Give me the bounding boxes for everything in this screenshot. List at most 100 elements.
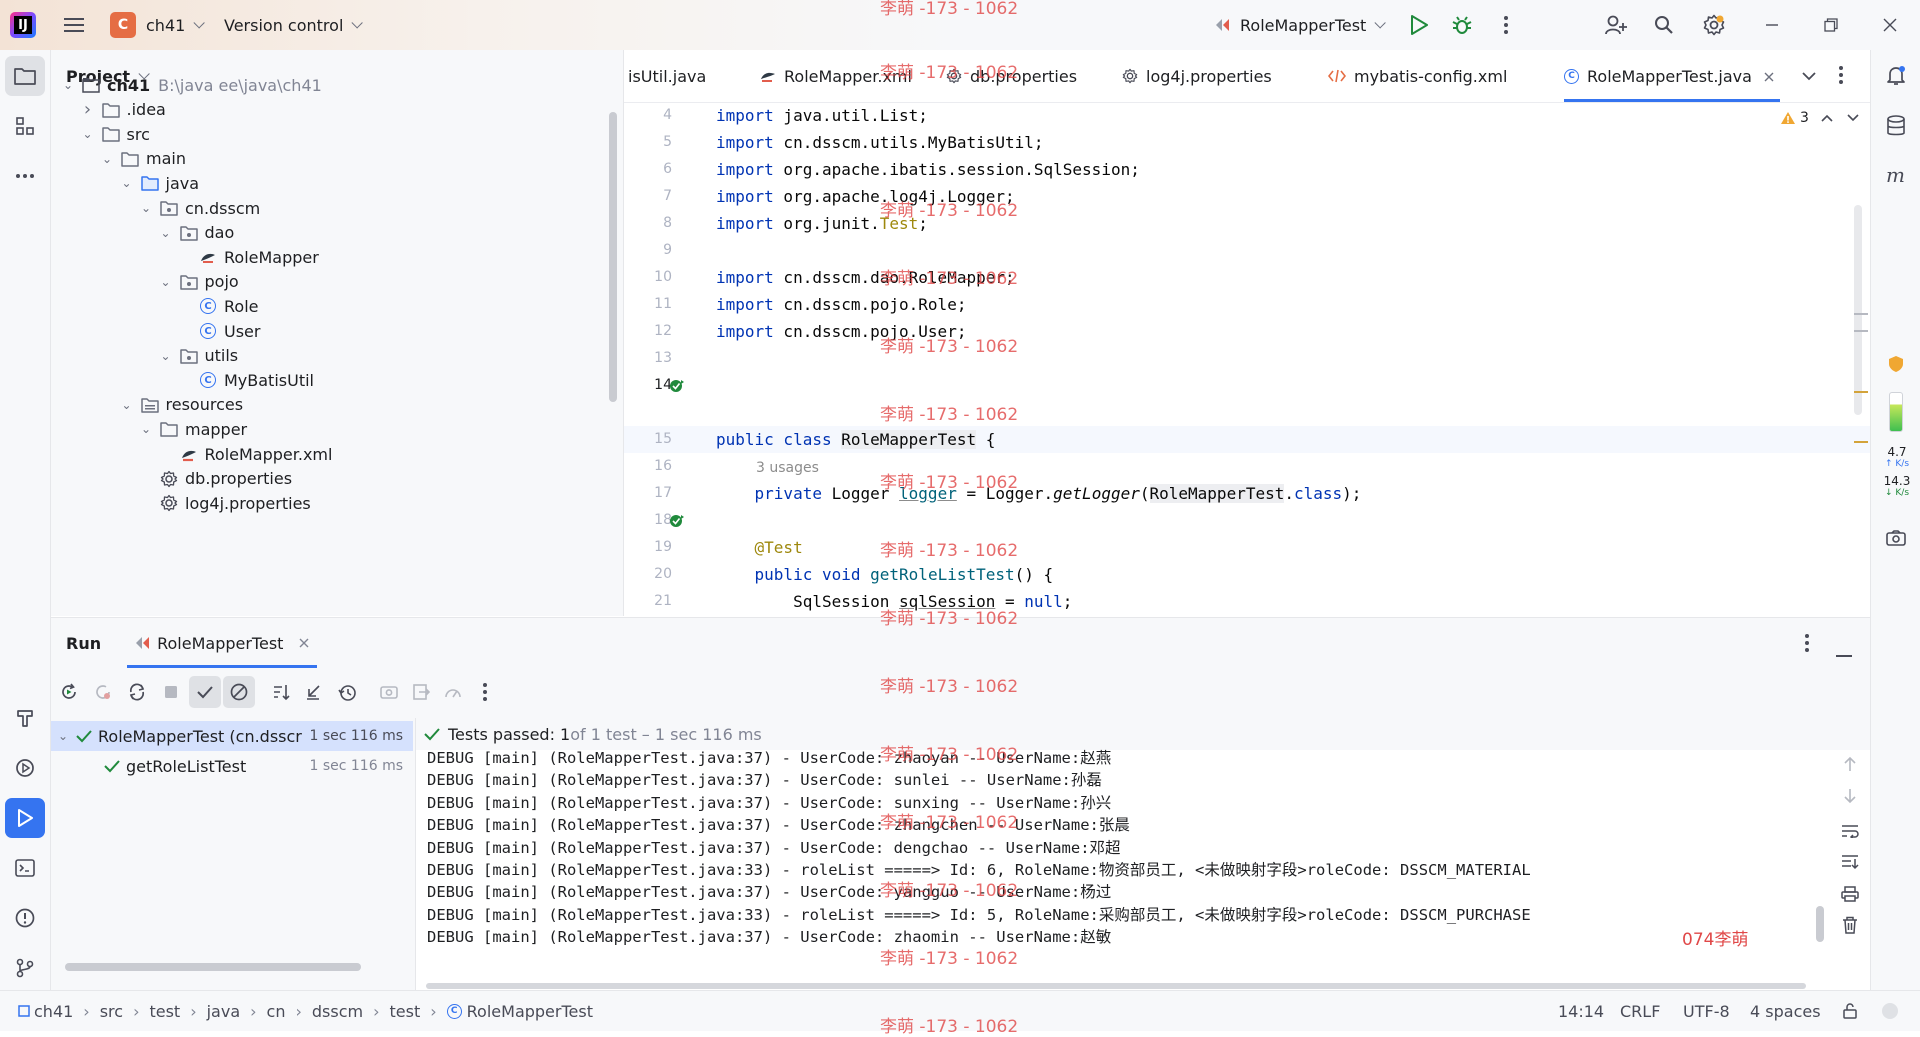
code-line[interactable]: import org.junit.Test; — [716, 210, 928, 237]
database-tool-button[interactable] — [1876, 106, 1916, 146]
scroll-to-end-icon[interactable] — [1841, 854, 1859, 870]
chevron-down-icon[interactable]: ⌄ — [137, 422, 155, 436]
line-number[interactable]: 7 — [624, 183, 672, 210]
hide-panel-button[interactable] — [1836, 642, 1852, 661]
minimize-button[interactable] — [1752, 5, 1792, 45]
inspection-widget[interactable]: 3 — [1780, 110, 1859, 126]
project-switcher[interactable]: C ch41 — [110, 0, 206, 50]
test-history-button[interactable] — [331, 676, 363, 708]
chevron-down-icon[interactable]: ⌄ — [118, 176, 136, 190]
tab-log4j-properties[interactable]: log4j.properties — [1122, 50, 1272, 102]
breadcrumb-item[interactable]: java — [207, 1002, 241, 1021]
git-tool-button[interactable] — [5, 948, 45, 988]
code-line[interactable]: import org.apache.log4j.Logger; — [716, 183, 1015, 210]
code-line[interactable]: import cn.dsscm.utils.MyBatisUtil; — [716, 129, 1044, 156]
code-line[interactable]: List<Role> roleList = new ArrayList<~>()… — [716, 615, 1188, 616]
test-tree-scrollbar[interactable] — [65, 963, 361, 971]
run-config-selector[interactable]: RoleMapperTest — [1214, 0, 1387, 50]
tab-rolemappertest-java[interactable]: C RoleMapperTest.java — [1564, 50, 1780, 102]
chevron-down-icon[interactable]: ⌄ — [137, 201, 155, 215]
more-tools-button[interactable] — [5, 156, 45, 196]
trash-icon[interactable] — [1842, 916, 1858, 934]
chevron-down-icon[interactable] — [1847, 114, 1859, 122]
chevron-up-icon[interactable] — [1821, 114, 1833, 122]
line-number[interactable]: 5 — [624, 129, 672, 156]
export-tests-button[interactable] — [405, 676, 437, 708]
main-menu-button[interactable] — [54, 5, 94, 45]
chevron-down-icon[interactable]: ⌄ — [157, 226, 175, 240]
debug-button[interactable] — [1442, 5, 1482, 45]
editor-scrollbar[interactable] — [1854, 205, 1862, 415]
tree-item-log4j-properties[interactable]: log4j.properties — [51, 488, 623, 518]
close-tab-icon[interactable] — [1764, 67, 1774, 86]
tabs-more-button[interactable] — [1838, 66, 1844, 88]
line-number[interactable]: 14 — [624, 372, 672, 399]
line-number[interactable]: 16 — [624, 453, 672, 480]
test-suite-row[interactable]: ⌄ RoleMapperTest (cn.dsscr 1 sec 116 ms — [51, 721, 413, 751]
notifications-button[interactable] — [1876, 56, 1916, 96]
code-line[interactable]: private Logger logger = Logger.getLogger… — [716, 480, 1361, 507]
run-tab-rolemappertest[interactable]: RoleMapperTest — [127, 618, 318, 668]
maven-tool-button[interactable]: m — [1876, 156, 1916, 196]
more-actions-button[interactable] — [1486, 5, 1526, 45]
line-number[interactable]: 12 — [624, 318, 672, 345]
line-number[interactable]: 18 — [624, 507, 672, 534]
arrow-up-icon[interactable] — [1843, 756, 1857, 772]
code-with-me-button[interactable] — [1596, 5, 1636, 45]
code-line[interactable]: import cn.dsscm.pojo.User; — [716, 318, 966, 345]
test-case-row[interactable]: getRoleListTest 1 sec 116 ms — [51, 751, 413, 781]
code-line[interactable]: import cn.dsscm.dao.RoleMapper; — [716, 264, 1015, 291]
run-tool-button[interactable] — [5, 798, 45, 838]
vcs-widget[interactable]: Version control — [224, 0, 364, 50]
project-tool-button[interactable] — [5, 56, 45, 96]
line-number[interactable]: 6 — [624, 156, 672, 183]
line-number[interactable]: 20 — [624, 561, 672, 588]
project-scrollbar[interactable] — [609, 112, 617, 402]
chevron-down-icon[interactable]: ⌄ — [157, 275, 175, 289]
run-button[interactable] — [1399, 5, 1439, 45]
line-number[interactable]: 17 — [624, 480, 672, 507]
indent-setting[interactable]: 4 spaces — [1750, 1002, 1821, 1021]
breadcrumb-item[interactable]: ch41 — [18, 1002, 73, 1021]
line-number[interactable]: 21 — [624, 588, 672, 615]
rerun-failed-button[interactable] — [87, 676, 119, 708]
chevron-right-icon[interactable]: › — [79, 99, 97, 120]
structure-tool-button[interactable] — [5, 106, 45, 146]
chevron-down-icon[interactable]: ⌄ — [54, 729, 72, 743]
chevron-down-icon[interactable]: ⌄ — [118, 398, 136, 412]
breadcrumb-item[interactable]: cn — [267, 1002, 286, 1021]
services-tool-button[interactable] — [5, 748, 45, 788]
chevron-down-icon[interactable]: ⌄ — [79, 127, 97, 141]
import-tests-button[interactable] — [373, 676, 405, 708]
code-line[interactable]: public class RoleMapperTest { — [716, 426, 995, 453]
print-icon[interactable] — [1841, 886, 1859, 902]
line-separator[interactable]: CRLF — [1620, 1002, 1660, 1021]
tabs-dropdown-button[interactable] — [1802, 66, 1816, 85]
breadcrumb-item[interactable]: test — [149, 1002, 180, 1021]
show-ignored-toggle[interactable] — [223, 676, 255, 708]
tab-rolemapper-xml[interactable]: RoleMapper.xml — [760, 50, 912, 102]
build-tool-button[interactable] — [5, 698, 45, 738]
file-encoding[interactable]: UTF-8 — [1683, 1002, 1730, 1021]
terminal-tool-button[interactable] — [5, 848, 45, 888]
chevron-down-icon[interactable]: ⌄ — [98, 152, 116, 166]
usages-hint[interactable]: 3 usages — [756, 453, 819, 480]
arrow-down-icon[interactable] — [1843, 788, 1857, 804]
settings-button[interactable] — [1694, 5, 1734, 45]
tab-mybatis-config-xml[interactable]: mybatis-config.xml — [1328, 50, 1507, 102]
unlock-icon[interactable] — [1842, 1003, 1858, 1019]
run-test-gutter-icon[interactable] — [668, 512, 686, 534]
line-number[interactable]: 19 — [624, 534, 672, 561]
rerun-button[interactable] — [53, 676, 85, 708]
sort-alphabetically-button[interactable] — [265, 676, 297, 708]
code-line[interactable]: @Test — [716, 534, 803, 561]
run-more-button[interactable] — [469, 676, 501, 708]
run-test-gutter-icon[interactable] — [668, 377, 686, 399]
collapse-all-button[interactable] — [297, 676, 329, 708]
code-line[interactable]: SqlSession sqlSession = null; — [716, 588, 1072, 615]
close-window-button[interactable] — [1870, 5, 1910, 45]
caret-position[interactable]: 14:14 — [1558, 1002, 1604, 1021]
soft-wrap-icon[interactable] — [1841, 824, 1859, 838]
code-line[interactable]: import org.apache.ibatis.session.SqlSess… — [716, 156, 1140, 183]
tab-isutil-java[interactable]: isUtil.java — [628, 50, 706, 102]
